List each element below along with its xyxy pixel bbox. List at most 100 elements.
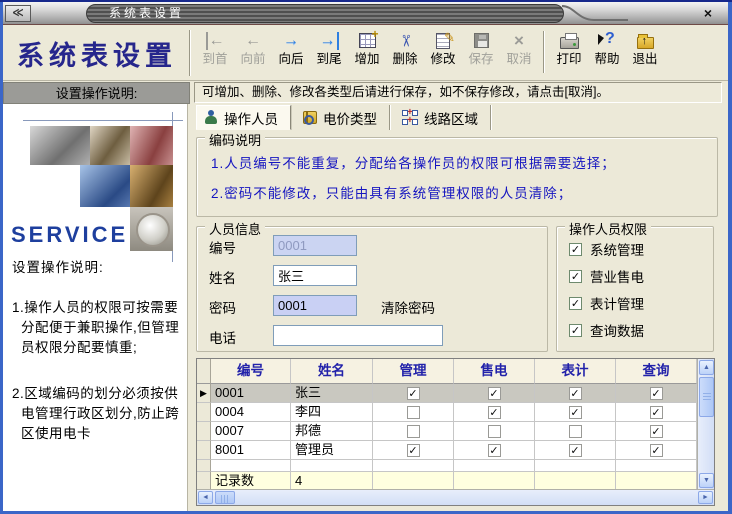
next-record-icon: → bbox=[283, 32, 299, 50]
table-row[interactable]: 0004 李四 ✓ ✓ ✓ bbox=[197, 403, 714, 422]
column-header-id[interactable]: 编号 bbox=[211, 359, 291, 384]
title-bar[interactable]: 系统表设置 × bbox=[0, 2, 732, 25]
checkbox[interactable]: ✓ bbox=[488, 387, 501, 400]
sidebar-header: 设置操作说明: bbox=[3, 82, 190, 104]
collage-image-clips bbox=[130, 126, 173, 165]
tab-label: 线路区域 bbox=[424, 108, 478, 128]
tab-line-regions[interactable]: 线路区域 bbox=[394, 105, 491, 130]
password-label: 密码 bbox=[209, 297, 236, 317]
collage-line bbox=[23, 120, 183, 121]
checkbox[interactable]: ✓ bbox=[569, 243, 582, 256]
permission-meter[interactable]: ✓ 表计管理 bbox=[569, 293, 644, 313]
checkbox[interactable]: ✓ bbox=[569, 387, 582, 400]
permission-query[interactable]: ✓ 查询数据 bbox=[569, 320, 644, 340]
add-record-icon bbox=[359, 33, 376, 48]
password-field[interactable] bbox=[273, 295, 357, 316]
table-row[interactable]: 8001 管理员 ✓ ✓ ✓ ✓ bbox=[197, 441, 714, 460]
phone-field[interactable] bbox=[273, 325, 443, 346]
coding-note-line: 1.人员编号不能重复，分配给各操作员的权限可根据需要选择； bbox=[211, 152, 616, 172]
service-label: SERVICE bbox=[11, 222, 128, 248]
permission-system[interactable]: ✓ 系统管理 bbox=[569, 239, 644, 259]
collage-image-pocket-watch bbox=[130, 207, 173, 251]
horizontal-scroll-thumb[interactable] bbox=[215, 491, 235, 504]
sidebar-notes: 设置操作说明: 1.操作人员的权限可按需要分配便于兼职操作,但管理员权限分配要慎… bbox=[12, 256, 184, 470]
table-empty-row bbox=[197, 460, 714, 472]
cancel-button[interactable]: 取消 bbox=[500, 29, 538, 66]
column-header-query[interactable]: 查询 bbox=[616, 359, 697, 384]
permission-sales[interactable]: ✓ 营业售电 bbox=[569, 266, 644, 286]
book-icon bbox=[303, 111, 317, 124]
scroll-right-icon[interactable]: ► bbox=[698, 491, 713, 504]
tab-price-types[interactable]: 电价类型 bbox=[295, 105, 390, 130]
nav-first-button[interactable]: ← 到首 bbox=[196, 29, 234, 66]
toolbar-separator bbox=[543, 31, 545, 73]
name-field[interactable] bbox=[273, 265, 357, 286]
help-cursor-icon bbox=[598, 32, 616, 50]
coding-note-line: 2.密码不能修改，只能由具有系统管理权限的人员清除； bbox=[211, 182, 572, 202]
checkbox[interactable]: ✓ bbox=[488, 444, 501, 457]
page-title: 系统表设置 bbox=[17, 34, 177, 73]
checkbox[interactable]: ✓ bbox=[488, 406, 501, 419]
notes-title: 设置操作说明: bbox=[12, 256, 184, 276]
checkbox[interactable] bbox=[569, 425, 582, 438]
window-title: 系统表设置 bbox=[86, 4, 564, 23]
column-header-manage[interactable]: 管理 bbox=[373, 359, 454, 384]
sidebar-panel: SERVICE 设置操作说明: 1.操作人员的权限可按需要分配便于兼职操作,但管… bbox=[3, 104, 188, 511]
checkbox[interactable]: ✓ bbox=[650, 444, 663, 457]
checkbox[interactable]: ✓ bbox=[650, 425, 663, 438]
column-header-name[interactable]: 姓名 bbox=[291, 359, 373, 384]
vertical-scroll-thumb[interactable] bbox=[699, 377, 714, 417]
horizontal-scrollbar[interactable]: ◄ ► bbox=[197, 489, 714, 505]
checkbox[interactable]: ✓ bbox=[569, 297, 582, 310]
nav-next-button[interactable]: → 向后 bbox=[272, 29, 310, 66]
nav-last-button[interactable]: → 到尾 bbox=[310, 29, 348, 66]
tab-operators[interactable]: 操作人员 bbox=[196, 105, 291, 130]
app-logo-icon bbox=[5, 5, 31, 22]
last-record-icon: → bbox=[320, 32, 339, 50]
checkbox[interactable] bbox=[407, 425, 420, 438]
name-label: 姓名 bbox=[209, 267, 236, 287]
floppy-save-icon bbox=[474, 33, 489, 48]
checkbox[interactable]: ✓ bbox=[569, 444, 582, 457]
operators-table: 编号 姓名 管理 售电 表计 查询 0001 张三 ✓ ✓ ✓ ✓ 0004 李… bbox=[196, 358, 715, 506]
collage-image-tools bbox=[30, 126, 90, 165]
scissors-delete-icon bbox=[397, 34, 413, 47]
checkbox[interactable] bbox=[407, 406, 420, 419]
clear-password-label[interactable]: 清除密码 bbox=[381, 297, 435, 317]
prev-record-icon: ← bbox=[245, 32, 261, 50]
note-paragraph: 1.操作人员的权限可按需要分配便于兼职操作,但管理员权限分配要慎重; bbox=[12, 298, 184, 358]
add-button[interactable]: 增加 bbox=[348, 29, 386, 66]
checkbox[interactable]: ✓ bbox=[569, 270, 582, 283]
help-button[interactable]: 帮助 bbox=[588, 29, 626, 66]
checkbox[interactable]: ✓ bbox=[407, 444, 420, 457]
delete-button[interactable]: 删除 bbox=[386, 29, 424, 66]
vertical-scrollbar[interactable]: ▲ ▼ bbox=[697, 359, 714, 489]
checkbox[interactable]: ✓ bbox=[407, 387, 420, 400]
column-header-meter[interactable]: 表计 bbox=[535, 359, 616, 384]
checkbox[interactable]: ✓ bbox=[650, 387, 663, 400]
first-record-icon: ← bbox=[206, 32, 225, 50]
group-title: 编码说明 bbox=[205, 130, 265, 149]
modify-button[interactable]: 修改 bbox=[424, 29, 462, 66]
checkbox[interactable] bbox=[488, 425, 501, 438]
scroll-left-icon[interactable]: ◄ bbox=[198, 491, 213, 504]
checkbox[interactable]: ✓ bbox=[650, 406, 663, 419]
window-border-left bbox=[0, 2, 3, 514]
close-icon[interactable]: × bbox=[698, 4, 718, 23]
table-row[interactable]: 0007 邦德 ✓ bbox=[197, 422, 714, 441]
nav-prev-button[interactable]: ← 向前 bbox=[234, 29, 272, 66]
record-count-value: 4 bbox=[291, 472, 373, 490]
checkbox[interactable]: ✓ bbox=[569, 324, 582, 337]
scroll-up-icon[interactable]: ▲ bbox=[699, 360, 714, 375]
exit-button[interactable]: 退出 bbox=[626, 29, 664, 66]
current-row-marker bbox=[197, 384, 211, 403]
table-row[interactable]: 0001 张三 ✓ ✓ ✓ ✓ bbox=[197, 384, 714, 403]
checkbox[interactable]: ✓ bbox=[569, 406, 582, 419]
column-header-sell[interactable]: 售电 bbox=[454, 359, 535, 384]
scroll-down-icon[interactable]: ▼ bbox=[699, 473, 714, 488]
app-window: 系统表设置 × 系统表设置 ← 到首 ← 向前 → 向后 → 到尾 bbox=[0, 0, 732, 514]
window-border-right bbox=[728, 2, 732, 514]
save-button[interactable]: 保存 bbox=[462, 29, 500, 66]
print-button[interactable]: 打印 bbox=[550, 29, 588, 66]
header-divider bbox=[189, 30, 191, 76]
